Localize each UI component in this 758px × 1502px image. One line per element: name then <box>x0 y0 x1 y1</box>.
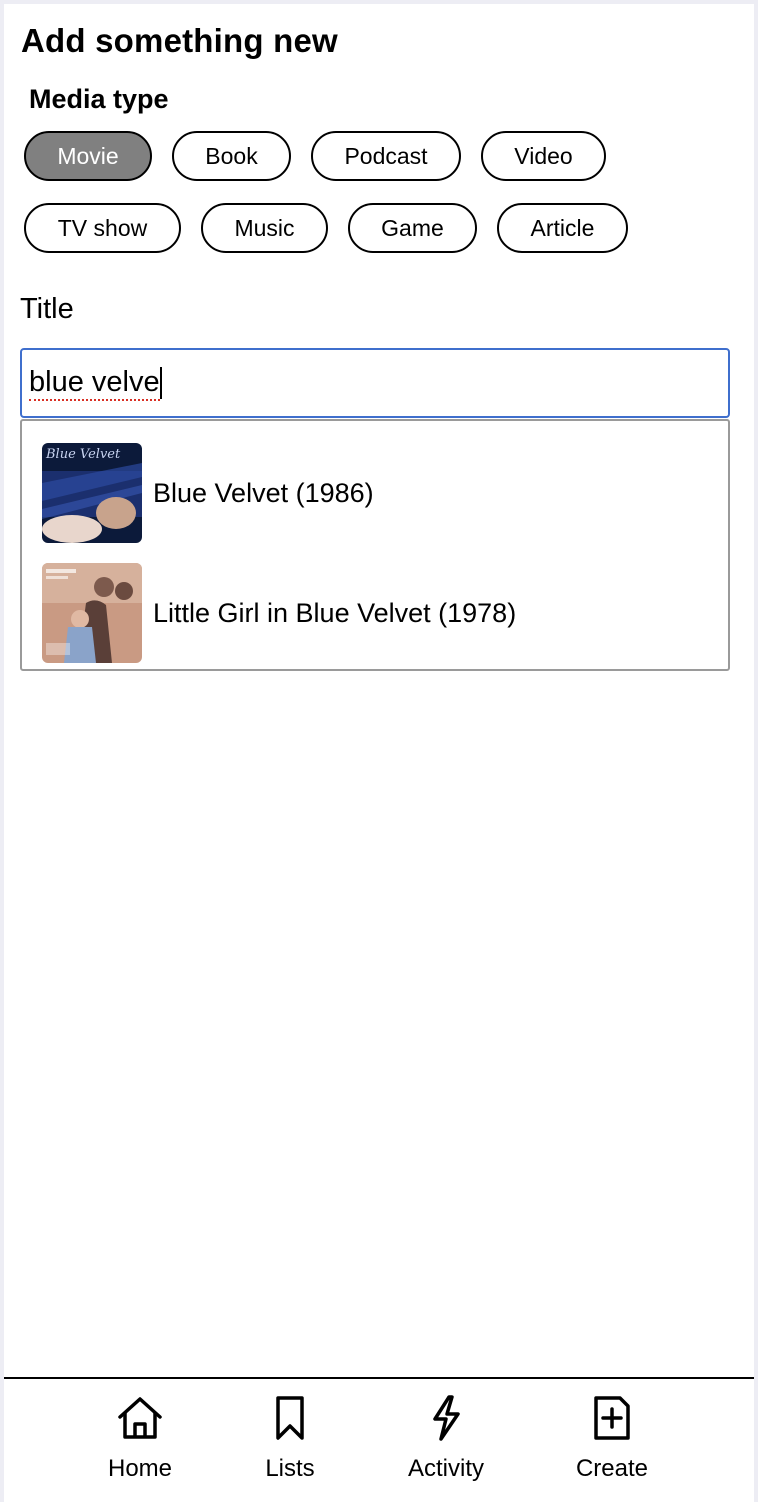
blue-velvet-poster: Blue Velvet <box>42 443 142 543</box>
chip-book[interactable]: Book <box>172 131 291 181</box>
title-input[interactable]: blue velve <box>20 348 730 418</box>
nav-lists[interactable]: Lists <box>230 1393 350 1493</box>
add-document-icon <box>594 1396 630 1440</box>
page-title: Add something new <box>21 22 338 59</box>
media-type-label: Media type <box>29 84 169 114</box>
autocomplete-dropdown: Blue Velvet Blue Velvet (1986) Little Gi… <box>20 419 730 671</box>
bottom-navigation: Home Lists Activity Create <box>4 1377 754 1502</box>
svg-text:Blue Velvet: Blue Velvet <box>45 447 121 462</box>
chip-game[interactable]: Game <box>348 203 477 253</box>
nav-create[interactable]: Create <box>552 1393 672 1493</box>
nav-activity-label: Activity <box>407 1455 484 1482</box>
chip-tv-show[interactable]: TV show <box>24 203 181 253</box>
home-icon <box>118 1397 162 1439</box>
bookmark-icon <box>276 1396 304 1440</box>
result-item[interactable]: Little Girl in Blue Velvet (1978) <box>42 563 712 663</box>
little-girl-in-blue-velvet-poster <box>42 563 142 663</box>
result-label: Blue Velvet (1986) <box>153 477 374 508</box>
chip-video[interactable]: Video <box>481 131 606 181</box>
nav-home-label: Home <box>107 1455 173 1482</box>
chip-movie[interactable]: Movie <box>24 131 152 181</box>
chip-podcast[interactable]: Podcast <box>311 131 461 181</box>
nav-home[interactable]: Home <box>80 1393 200 1493</box>
nav-create-label: Create <box>575 1455 649 1482</box>
chip-music[interactable]: Music <box>201 203 328 253</box>
text-caret <box>159 367 162 399</box>
title-label: Title <box>20 293 74 325</box>
nav-activity[interactable]: Activity <box>386 1393 506 1493</box>
result-label: Little Girl in Blue Velvet (1978) <box>153 597 517 628</box>
result-item[interactable]: Blue Velvet Blue Velvet (1986) <box>42 443 712 543</box>
title-input-value: blue velve <box>29 366 160 401</box>
lightning-icon <box>433 1395 460 1441</box>
nav-lists-label: Lists <box>265 1455 315 1482</box>
chip-article[interactable]: Article <box>497 203 628 253</box>
